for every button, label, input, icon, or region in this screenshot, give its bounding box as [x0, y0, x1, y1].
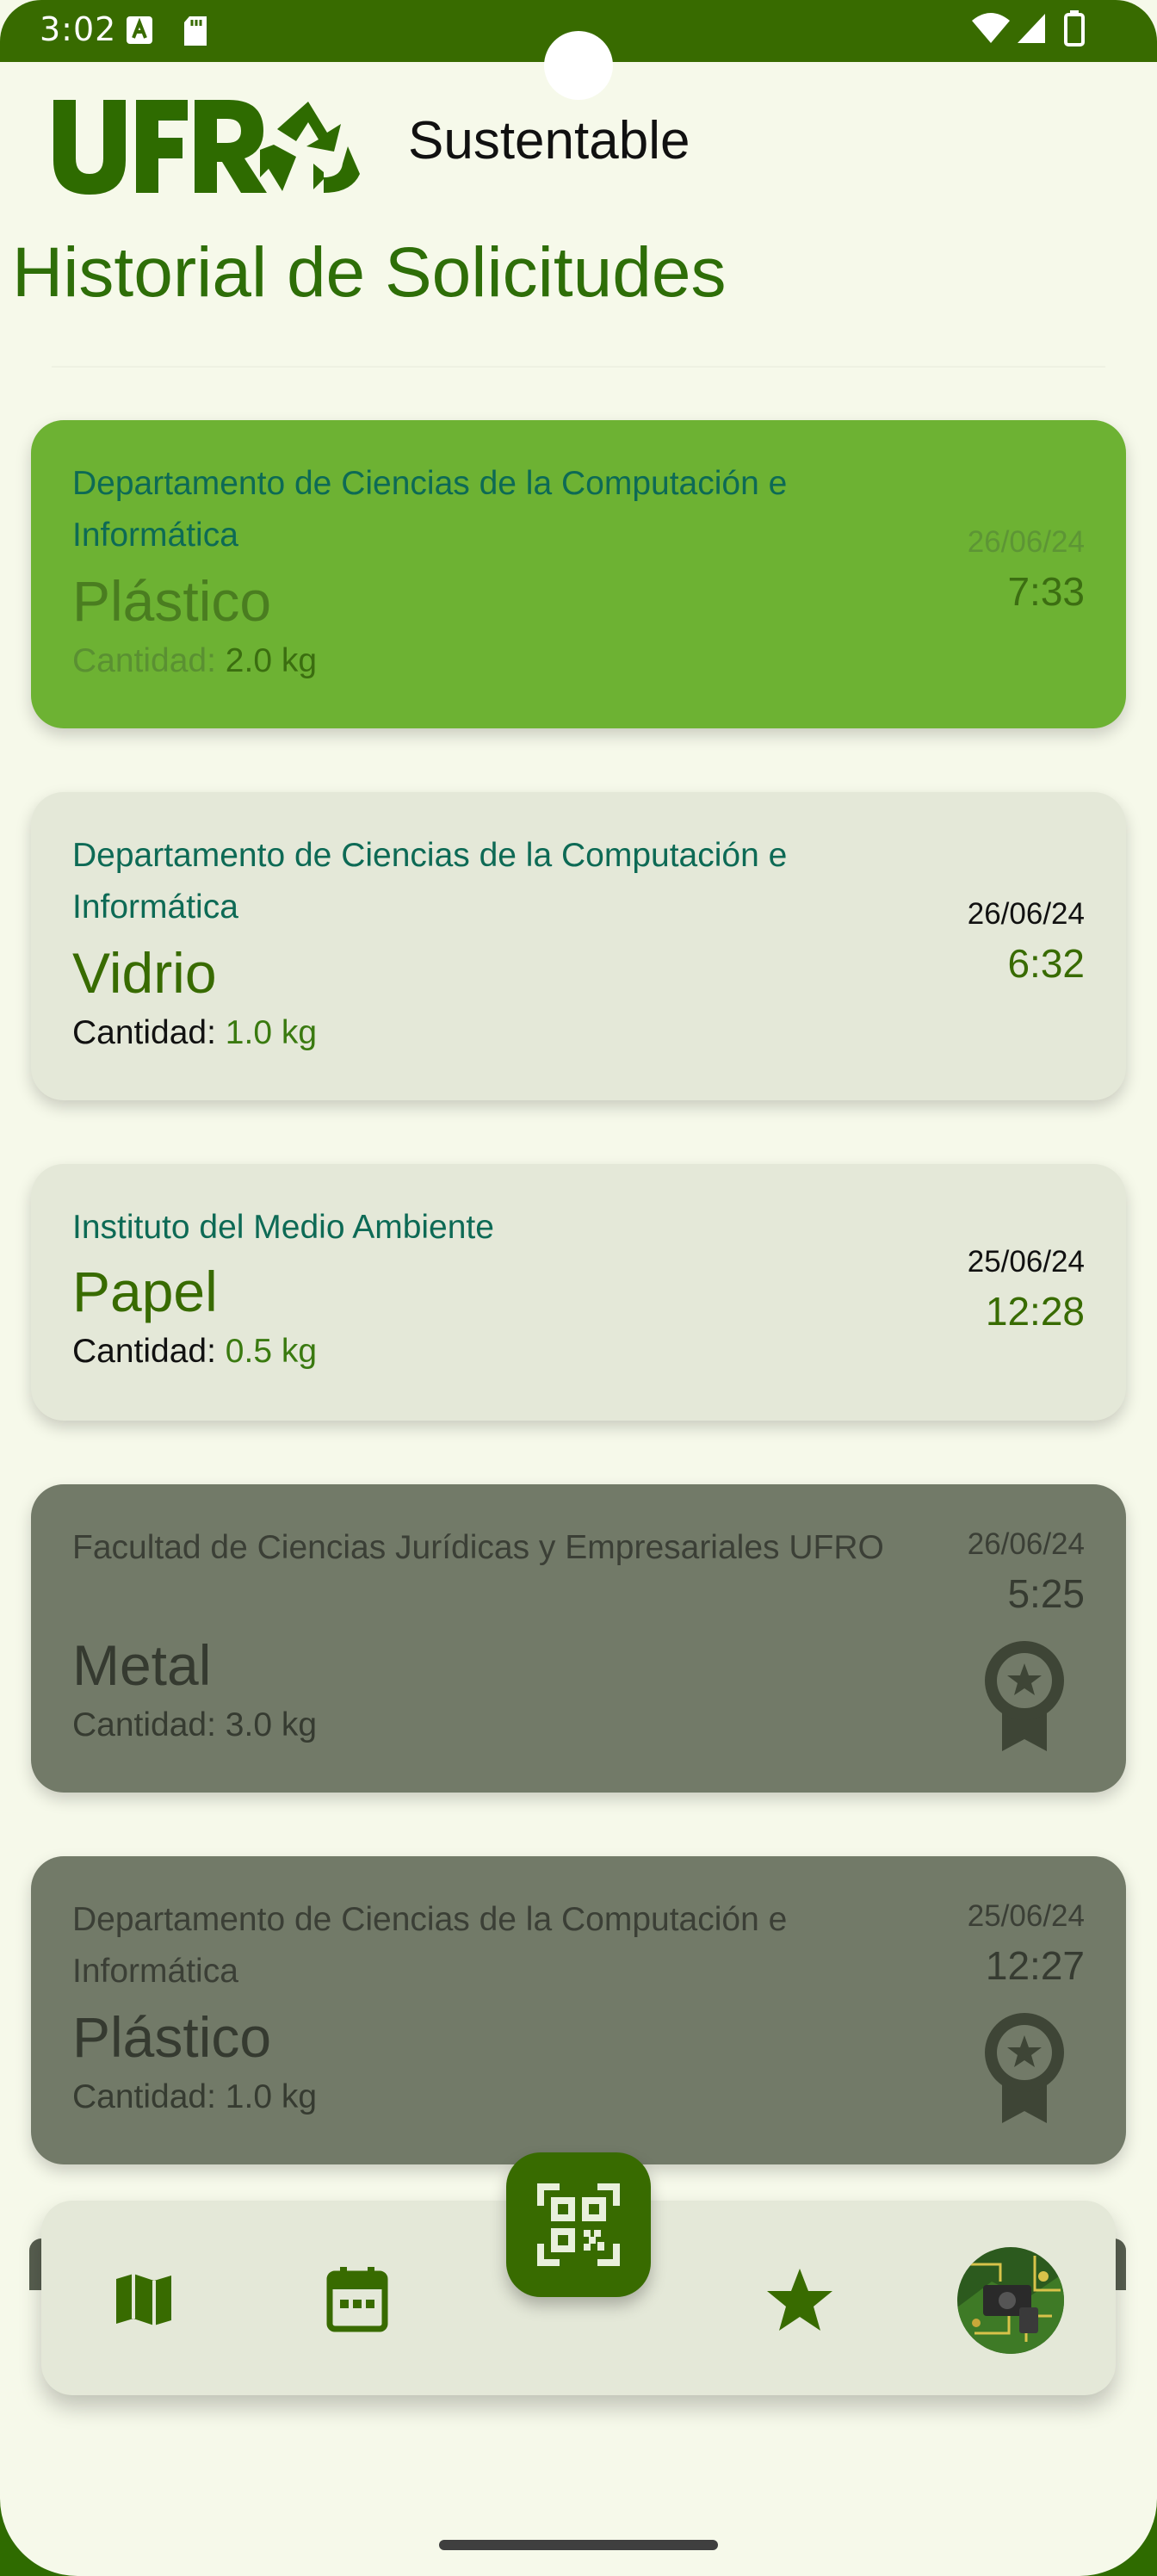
- award-icon: [985, 1641, 1064, 1751]
- qr-code-icon: [537, 2183, 620, 2266]
- card-material: Metal: [72, 1633, 212, 1697]
- quantity-label: Cantidad:: [72, 1333, 216, 1370]
- wifi-icon: [972, 13, 1010, 43]
- battery-icon: [1064, 10, 1085, 46]
- card-material: Plástico: [72, 569, 272, 633]
- map-icon: [116, 2274, 171, 2325]
- nav-map-button[interactable]: [96, 2252, 191, 2347]
- quantity-value: 1.0 kg: [225, 2078, 318, 2115]
- quantity-value: 0.5 kg: [225, 1333, 318, 1370]
- quantity-label: Cantidad:: [72, 642, 216, 679]
- card-date: 26/06/24: [967, 1527, 1085, 1561]
- card-time: 12:27: [985, 1943, 1085, 1988]
- card-quantity: Cantidad: 3.0 kg: [72, 1706, 317, 1744]
- card-material: Plástico: [72, 2005, 272, 2069]
- card-quantity: Cantidad: 2.0 kg: [72, 642, 317, 680]
- request-card[interactable]: Departamento de Ciencias de la Computaci…: [31, 792, 1126, 1100]
- header-divider: [52, 366, 1105, 368]
- qr-scan-button[interactable]: [506, 2152, 651, 2297]
- card-material: Vidrio: [72, 941, 217, 1005]
- nav-favorites-button[interactable]: [752, 2252, 847, 2347]
- page-title: Historial de Solicitudes: [12, 233, 727, 312]
- card-department: Instituto del Medio Ambiente: [72, 1209, 494, 1246]
- star-icon: [767, 2269, 832, 2331]
- card-material: Papel: [72, 1260, 218, 1323]
- card-quantity: Cantidad: 0.5 kg: [72, 1333, 317, 1371]
- home-indicator[interactable]: [439, 2540, 718, 2550]
- card-department: Facultad de Ciencias Jurídicas y Empresa…: [72, 1529, 884, 1566]
- camera-cutout: [544, 31, 613, 100]
- card-time: 12:28: [985, 1289, 1085, 1334]
- keyboard-notification-icon: [127, 16, 152, 44]
- quantity-label: Cantidad:: [72, 2078, 216, 2115]
- card-date: 26/06/24: [967, 897, 1085, 931]
- quantity-value: 2.0 kg: [225, 642, 318, 679]
- request-card[interactable]: Departamento de Ciencias de la Computaci…: [31, 420, 1126, 728]
- request-card[interactable]: Facultad de Ciencias Jurídicas y Empresa…: [31, 1484, 1126, 1793]
- status-time: 3:02: [40, 10, 117, 48]
- card-date: 26/06/24: [967, 525, 1085, 559]
- card-department: Departamento de Ciencias de la Computaci…: [72, 1901, 788, 1990]
- card-department: Departamento de Ciencias de la Computaci…: [72, 465, 788, 554]
- quantity-label: Cantidad:: [72, 1706, 216, 1743]
- ufro-logo: [53, 100, 360, 195]
- card-date: 25/06/24: [967, 1899, 1085, 1933]
- card-date: 25/06/24: [967, 1245, 1085, 1279]
- card-quantity: Cantidad: 1.0 kg: [72, 1014, 317, 1052]
- quantity-value: 3.0 kg: [225, 1706, 318, 1743]
- request-card[interactable]: Departamento de Ciencias de la Computaci…: [31, 1856, 1126, 2164]
- request-card[interactable]: Instituto del Medio Ambiente Papel Canti…: [31, 1164, 1126, 1421]
- card-time: 5:25: [1007, 1571, 1085, 1616]
- app-screen: 3:02 Sustentable Historial de Solicitude…: [0, 0, 1157, 2576]
- card-quantity: Cantidad: 1.0 kg: [72, 2078, 317, 2116]
- sd-card-icon: [184, 16, 207, 46]
- card-time: 7:33: [1007, 569, 1085, 614]
- profile-avatar[interactable]: [957, 2247, 1064, 2354]
- card-department: Departamento de Ciencias de la Computaci…: [72, 837, 788, 926]
- card-time: 6:32: [1007, 941, 1085, 986]
- quantity-value: 1.0 kg: [225, 1014, 318, 1051]
- brand-text: Sustentable: [408, 111, 690, 170]
- nav-calendar-button[interactable]: [310, 2252, 405, 2347]
- award-icon: [985, 2013, 1064, 2123]
- calendar-icon: [326, 2267, 388, 2332]
- signal-icon: [1018, 14, 1045, 43]
- avatar: [957, 2247, 1064, 2354]
- quantity-label: Cantidad:: [72, 1014, 216, 1051]
